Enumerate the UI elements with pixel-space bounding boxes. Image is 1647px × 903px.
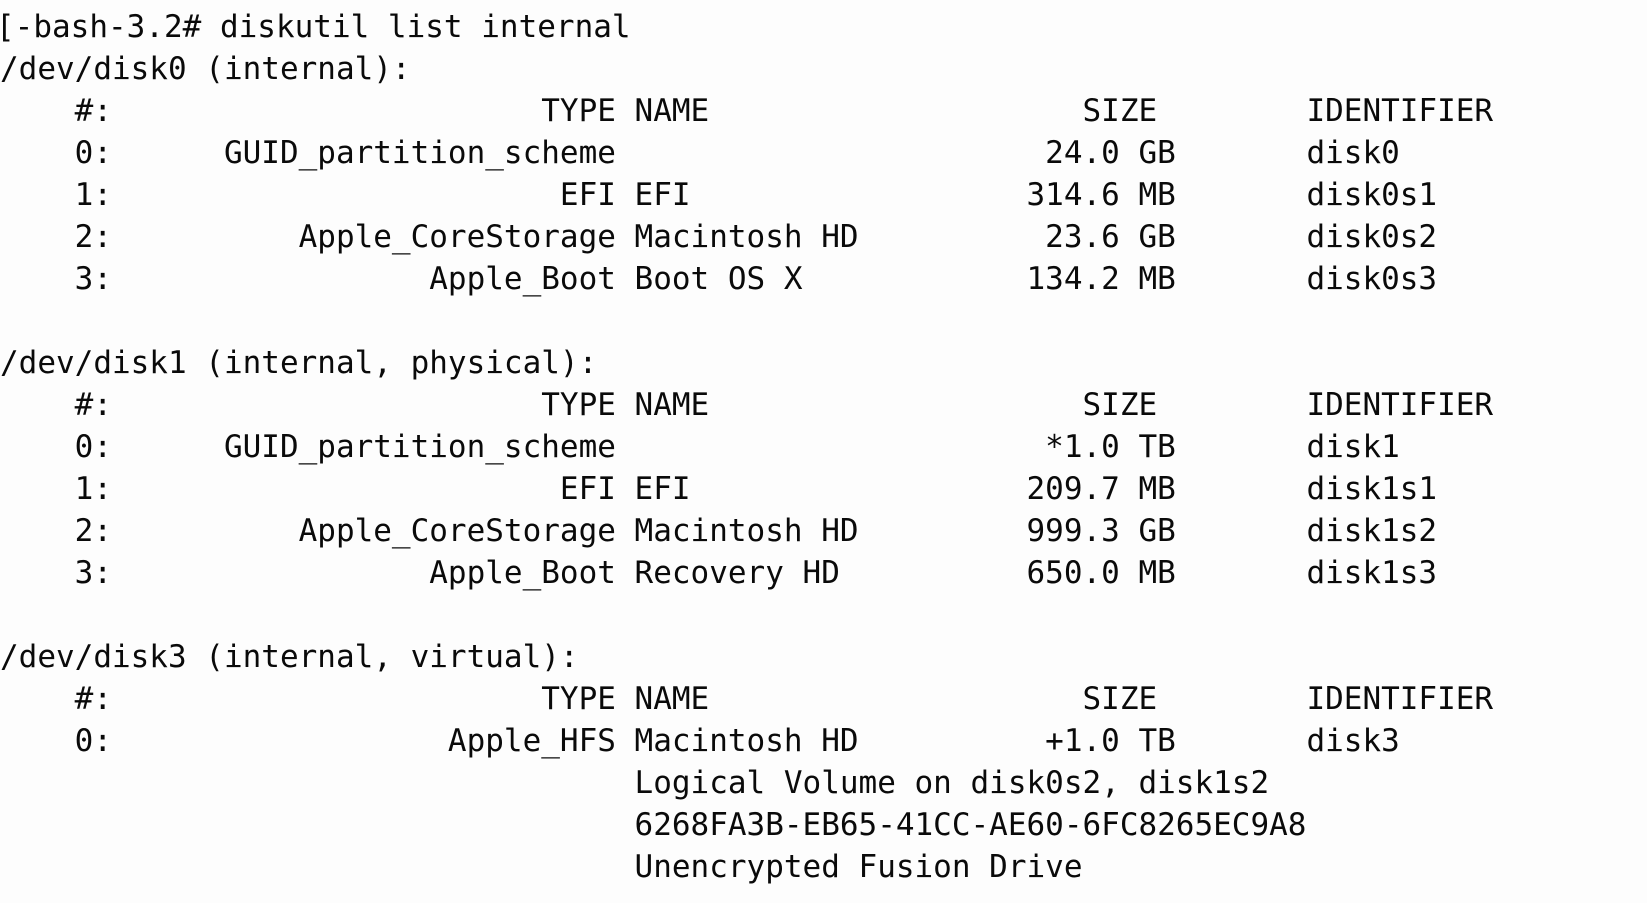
partition-row: 2: Apple_CoreStorage Macintosh HD 999.3 …: [0, 513, 1438, 549]
column-header-row: #: TYPE NAME SIZE IDENTIFIER: [0, 93, 1494, 129]
column-header-row: #: TYPE NAME SIZE IDENTIFIER: [0, 681, 1494, 717]
terminal-screen: [-bash-3.2# diskutil list internal/dev/d…: [0, 6, 1647, 888]
partition-row: 0: GUID_partition_scheme 24.0 GB disk0: [0, 135, 1400, 171]
volume-note-row: 6268FA3B-EB65-41CC-AE60-6FC8265EC9A8: [0, 807, 1307, 843]
partition-row: 1: EFI EFI 209.7 MB disk1s1: [0, 471, 1438, 507]
terminal-window[interactable]: [-bash-3.2# diskutil list internal/dev/d…: [0, 0, 1647, 903]
device-header: /dev/disk3 (internal, virtual):: [0, 639, 579, 675]
device-header: /dev/disk1 (internal, physical):: [0, 345, 598, 381]
device-header: /dev/disk0 (internal):: [0, 51, 411, 87]
partition-row: 0: GUID_partition_scheme *1.0 TB disk1: [0, 429, 1400, 465]
volume-note-row: Logical Volume on disk0s2, disk1s2: [0, 765, 1270, 801]
column-header-row: #: TYPE NAME SIZE IDENTIFIER: [0, 387, 1494, 423]
partition-row: 0: Apple_HFS Macintosh HD +1.0 TB disk3: [0, 723, 1400, 759]
partition-row: 2: Apple_CoreStorage Macintosh HD 23.6 G…: [0, 219, 1438, 255]
partition-row: 1: EFI EFI 314.6 MB disk0s1: [0, 177, 1438, 213]
prompt-line: [-bash-3.2# diskutil list internal: [0, 9, 631, 45]
volume-note-row: Unencrypted Fusion Drive: [0, 849, 1083, 885]
partition-row: 3: Apple_Boot Boot OS X 134.2 MB disk0s3: [0, 261, 1438, 297]
partition-row: 3: Apple_Boot Recovery HD 650.0 MB disk1…: [0, 555, 1438, 591]
